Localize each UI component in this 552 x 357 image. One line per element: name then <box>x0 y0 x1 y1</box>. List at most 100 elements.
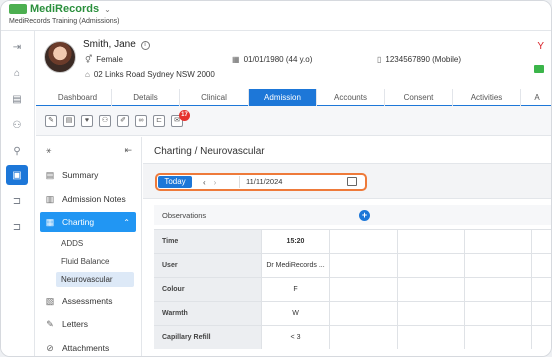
nav-item-summary[interactable]: ▤ Summary <box>44 165 136 185</box>
sub-item-fluid-balance[interactable]: Fluid Balance <box>56 254 134 269</box>
row-label: Time <box>154 230 262 253</box>
chevron-down-icon[interactable]: ⌄ <box>104 5 111 14</box>
app-window: MediRecords ⌄ MediRecords Training (Admi… <box>0 0 552 357</box>
link-tool-icon[interactable]: ∞ <box>135 115 147 127</box>
patient-record-icon[interactable]: ▣ <box>6 165 28 185</box>
top-bar: MediRecords ⌄ MediRecords Training (Admi… <box>1 1 551 31</box>
charting-icon: ▦ <box>45 216 55 227</box>
column-divider <box>397 278 398 301</box>
gender-text: Female <box>96 55 123 64</box>
column-divider <box>397 302 398 325</box>
nav-item-admission-notes[interactable]: ▥ Admission Notes <box>44 189 136 209</box>
gender-icon: ⚥ <box>85 55 93 64</box>
notes-tool-icon[interactable]: ✎ <box>45 115 57 127</box>
edit-tool-icon[interactable]: ✐ <box>117 115 129 127</box>
logo[interactable]: MediRecords ⌄ <box>9 3 111 15</box>
users-icon[interactable]: ⚲ <box>6 141 28 161</box>
avatar[interactable] <box>44 41 76 73</box>
address-text: 02 Links Road Sydney NSW 2000 <box>93 70 215 79</box>
network-icon[interactable]: ⚇ <box>6 115 28 135</box>
sub-item-adds[interactable]: ADDS <box>56 236 134 251</box>
tab-more[interactable]: A <box>521 89 551 106</box>
collapse-nav-icon[interactable]: ⇤ <box>124 145 132 156</box>
tab-activities[interactable]: Activities <box>453 89 521 106</box>
chevron-right-icon[interactable]: › <box>214 178 217 187</box>
expand-rail-icon[interactable]: ⇥ <box>6 37 28 57</box>
row-value[interactable]: F <box>262 278 330 301</box>
calendar-dob-icon: ▦ <box>232 55 240 64</box>
tab-consent[interactable]: Consent <box>385 89 453 106</box>
main-content: Charting / Neurovascular Today ‹ › 11/11… <box>143 137 551 356</box>
observations-label: Observations <box>162 211 207 220</box>
today-button[interactable]: Today <box>158 176 192 188</box>
logo-mark-icon <box>9 4 27 14</box>
tab-details[interactable]: Details <box>112 89 180 106</box>
chevron-up-icon[interactable]: ⌃ <box>123 218 130 227</box>
document-tool-icon[interactable]: ▤ <box>63 115 75 127</box>
patient-name[interactable]: Smith, Jane i <box>83 39 150 50</box>
column-divider <box>397 230 398 253</box>
patient-address: ⌂ 02 Links Road Sydney NSW 2000 <box>85 70 215 79</box>
row-label: Colour <box>154 278 262 301</box>
table-row: Warmth W <box>154 301 551 325</box>
column-divider <box>464 278 465 301</box>
nav-item-label: Charting <box>62 217 95 227</box>
add-observation-icon[interactable]: + <box>359 210 370 221</box>
nav-item-charting[interactable]: ▦ Charting ⌃ <box>40 212 136 232</box>
date-input[interactable]: 11/11/2024 <box>239 176 359 188</box>
patient-dob: ▦ 01/01/1980 (44 y.o) <box>232 55 312 64</box>
vitals-tool-icon[interactable]: ♥ <box>81 115 93 127</box>
observations-grid: Observations + Time 15:20 User Dr MediRe… <box>154 205 551 356</box>
date-controls-bar: Today ‹ › 11/11/2024 <box>143 163 551 199</box>
notification-badge: 17 <box>179 110 190 121</box>
row-label: Capillary Refill <box>154 326 262 349</box>
row-label: User <box>154 254 262 277</box>
info-icon[interactable]: i <box>140 41 150 50</box>
sub-item-neurovascular[interactable]: Neurovascular <box>56 272 134 287</box>
tab-accounts[interactable]: Accounts <box>317 89 385 106</box>
table-row: Colour F <box>154 277 551 301</box>
tab-clinical[interactable]: Clinical <box>180 89 249 106</box>
nav-item-letters[interactable]: ✎ Letters <box>44 314 136 334</box>
flowchart-tool-icon[interactable]: ⚇ <box>99 115 111 127</box>
organization-name: MediRecords Training (Admissions) <box>9 18 120 25</box>
row-value[interactable]: Dr MediRecords ... <box>262 254 330 277</box>
chevron-left-icon[interactable]: ‹ <box>203 178 206 187</box>
column-divider <box>531 254 532 277</box>
nav-item-assessments[interactable]: ▧ Assessments <box>44 291 136 311</box>
folder-icon[interactable]: ⊐ <box>6 191 28 211</box>
tab-admission[interactable]: Admission <box>249 89 317 106</box>
column-divider <box>464 230 465 253</box>
bed-tool-icon[interactable]: ⊏ <box>153 115 165 127</box>
summary-icon: ▤ <box>45 169 55 180</box>
tab-dashboard[interactable]: Dashboard <box>44 89 112 106</box>
phone-text: 1234567890 (Mobile) <box>385 55 462 64</box>
folder-share-icon[interactable]: ⊐ <box>6 217 28 237</box>
row-value[interactable]: < 3 <box>262 326 330 349</box>
row-value[interactable]: 15:20 <box>262 230 330 253</box>
nav-item-attachments[interactable]: ⊘ Attachments <box>44 338 136 356</box>
nav-item-label: Attachments <box>62 343 110 353</box>
attachments-icon: ⊘ <box>46 342 54 353</box>
column-divider <box>531 230 532 253</box>
alert-flag-icon[interactable]: Y <box>537 41 544 52</box>
patient-name-text: Smith, Jane <box>83 39 136 50</box>
home-icon[interactable]: ⌂ <box>6 63 28 83</box>
nav-item-label: Assessments <box>62 296 113 306</box>
nav-item-label: Admission Notes <box>62 194 126 204</box>
patient-gender: ⚥ Female <box>85 55 123 64</box>
status-indicator-icon[interactable] <box>534 65 544 73</box>
home-address-icon: ⌂ <box>85 70 90 79</box>
nav-item-label: Summary <box>62 170 99 180</box>
column-divider <box>464 326 465 349</box>
left-rail: ⇥ ⌂ ▤ ⚇ ⚲ ▣ ⊐ ⊐ <box>1 31 35 356</box>
pin-icon[interactable]: ⚹ <box>46 145 51 156</box>
column-divider <box>397 326 398 349</box>
row-value[interactable]: W <box>262 302 330 325</box>
notes-icon: ▥ <box>45 193 55 204</box>
calendar-icon[interactable]: ▤ <box>6 89 28 109</box>
observations-header: Observations + <box>154 205 551 225</box>
column-divider <box>464 254 465 277</box>
calendar-picker-icon[interactable] <box>347 177 357 186</box>
breadcrumb: Charting / Neurovascular <box>154 146 265 157</box>
